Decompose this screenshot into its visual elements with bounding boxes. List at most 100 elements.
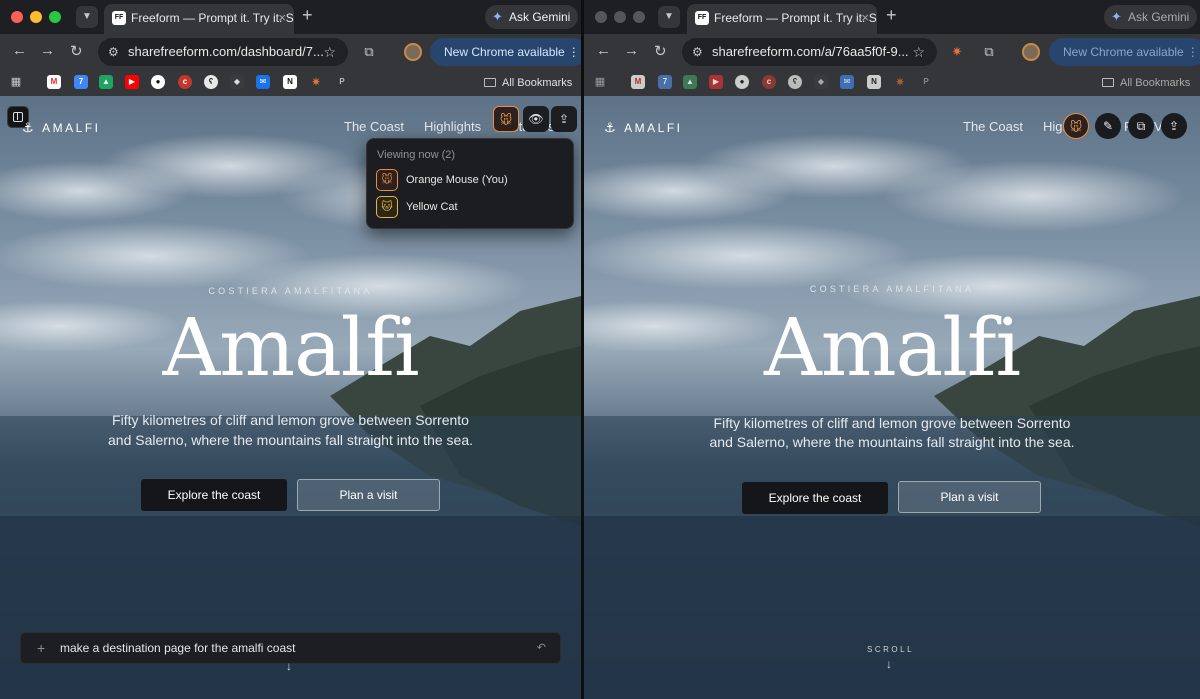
reload-icon[interactable]: ↻ xyxy=(654,42,667,60)
gemini-spark-icon: ✦ xyxy=(1111,9,1122,24)
mouse-icon: 🐭 xyxy=(376,169,398,191)
github-icon[interactable]: ● xyxy=(735,75,749,89)
minimize-window-button[interactable] xyxy=(30,11,42,23)
viewers-button[interactable]: 🐭 xyxy=(493,106,519,132)
youtube-icon[interactable]: ▶ xyxy=(709,75,723,89)
chrome-update-label: New Chrome available xyxy=(444,45,565,59)
maximize-window-button[interactable] xyxy=(49,11,61,23)
site-info-icon[interactable]: ⚙ xyxy=(692,38,703,66)
mail-icon[interactable]: ✉ xyxy=(840,75,854,89)
hero-subtitle-line-2: and Salerno, where the mountains fall st… xyxy=(709,434,1075,450)
plan-a-visit-button[interactable]: Plan a visit xyxy=(297,479,440,511)
prompt-input[interactable]: make a destination page for the amalfi c… xyxy=(60,633,295,663)
youtube-icon[interactable]: ▶ xyxy=(125,75,139,89)
bookmarks-bar: ▦ M 7 ▲ ▶ ● c ʕ ◆ ✉ N ✷ P All Bookmarks xyxy=(584,70,1200,96)
mail-icon[interactable]: ✉ xyxy=(256,75,270,89)
back-arrow-icon[interactable]: ← xyxy=(596,42,611,59)
new-tab-button[interactable]: + xyxy=(886,5,897,26)
explore-the-coast-button[interactable]: Explore the coast xyxy=(141,479,287,511)
reload-icon[interactable]: ↻ xyxy=(70,42,83,60)
notion-icon[interactable]: N xyxy=(283,75,297,89)
plan-a-visit-button[interactable]: Plan a visit xyxy=(898,481,1041,513)
viewer-avatar-button[interactable]: 🐭 xyxy=(1063,113,1089,139)
eye-icon: 👁 xyxy=(528,112,544,126)
ask-gemini-button[interactable]: ✦ Ask Gemini xyxy=(1104,5,1198,29)
maximize-window-button[interactable] xyxy=(633,11,645,23)
copy-icon: ⧉ xyxy=(1136,119,1146,133)
edit-button[interactable]: ✎ xyxy=(1095,113,1121,139)
preview-button[interactable]: 👁 xyxy=(523,106,549,132)
new-tab-button[interactable]: + xyxy=(302,5,313,26)
tab-search-button[interactable]: ▼ xyxy=(658,6,680,28)
forward-arrow-icon[interactable]: → xyxy=(624,42,639,59)
chrome-update-label: New Chrome available xyxy=(1063,45,1184,59)
close-window-button[interactable] xyxy=(595,11,607,23)
new-chrome-available-button[interactable]: New Chrome available ⋮ xyxy=(1049,38,1200,66)
site-brand[interactable]: ⚓ AMALFI xyxy=(22,120,101,136)
new-chrome-available-button[interactable]: New Chrome available ⋮ xyxy=(430,38,581,66)
profile-avatar[interactable] xyxy=(404,43,422,61)
ask-gemini-button[interactable]: ✦ Ask Gemini xyxy=(485,5,579,29)
explore-the-coast-button[interactable]: Explore the coast xyxy=(742,482,888,514)
forward-arrow-icon[interactable]: → xyxy=(40,42,55,59)
calendar-icon[interactable]: 7 xyxy=(658,75,672,89)
viewer-row[interactable]: 🐭 Orange Mouse (You) xyxy=(376,168,566,192)
profile-avatar[interactable] xyxy=(1022,43,1040,61)
share-button[interactable]: ⇪ xyxy=(1161,113,1187,139)
viewer-row[interactable]: 🐱 Yellow Cat xyxy=(376,195,566,219)
github-icon[interactable]: ● xyxy=(151,75,165,89)
bookmark-icon[interactable]: c xyxy=(762,75,776,89)
back-arrow-icon[interactable]: ← xyxy=(12,42,27,59)
more-menu-icon[interactable]: ⋮ xyxy=(568,38,580,66)
bookmark-icon[interactable]: ✷ xyxy=(309,75,323,89)
bookmark-star-icon[interactable]: ☆ xyxy=(323,38,336,66)
close-window-button[interactable] xyxy=(11,11,23,23)
apps-icon[interactable]: ▦ xyxy=(593,75,607,89)
copy-button[interactable]: ⧉ xyxy=(1128,113,1154,139)
extensions-icon[interactable]: ⧉ xyxy=(360,43,378,61)
bookmark-icon[interactable]: ◆ xyxy=(814,75,828,89)
nav-link-the-coast[interactable]: The Coast xyxy=(963,119,1023,134)
close-tab-icon[interactable]: × xyxy=(861,4,869,32)
gmail-icon[interactable]: M xyxy=(47,75,61,89)
scroll-down-arrow-icon: ↓ xyxy=(286,659,292,673)
address-bar[interactable]: ⚙ sharefreeform.com/a/76aa5f0f-9... ☆ xyxy=(682,38,937,66)
bookmark-icon[interactable]: ✷ xyxy=(893,75,907,89)
add-attachment-icon[interactable]: + xyxy=(37,633,45,663)
undo-icon[interactable]: ↶ xyxy=(537,633,546,663)
drive-icon[interactable]: ▲ xyxy=(99,75,113,89)
gmail-icon[interactable]: M xyxy=(631,75,645,89)
bookmark-icon[interactable]: P xyxy=(335,75,349,89)
bookmark-icon[interactable]: ◆ xyxy=(230,75,244,89)
minimize-window-button[interactable] xyxy=(614,11,626,23)
site-info-icon[interactable]: ⚙ xyxy=(108,38,119,66)
bookmark-icon[interactable]: c xyxy=(178,75,192,89)
browser-tab[interactable]: FF Freeform — Prompt it. Try it. S × xyxy=(104,4,294,34)
nav-link-the-coast[interactable]: The Coast xyxy=(344,119,404,134)
bookmark-icon[interactable]: P xyxy=(919,75,933,89)
notion-icon[interactable]: N xyxy=(867,75,881,89)
all-bookmarks-button[interactable]: All Bookmarks xyxy=(484,70,572,96)
calendar-icon[interactable]: 7 xyxy=(74,75,88,89)
browser-tab[interactable]: FF Freeform — Prompt it. Try it. S × xyxy=(687,4,877,34)
nav-link-highlights[interactable]: Highlights xyxy=(424,119,481,134)
more-menu-icon[interactable]: ⋮ xyxy=(1187,38,1199,66)
ask-gemini-label: Ask Gemini xyxy=(509,10,571,24)
share-button[interactable]: ⇪ xyxy=(551,106,577,132)
close-tab-icon[interactable]: × xyxy=(278,4,286,32)
extensions-icon[interactable]: ⧉ xyxy=(980,43,998,61)
apps-icon[interactable]: ▦ xyxy=(9,75,23,89)
address-bar[interactable]: ⚙ sharefreeform.com/dashboard/7... ☆ xyxy=(98,38,348,66)
mouse-icon: 🐭 xyxy=(499,113,513,127)
scroll-down-arrow-icon[interactable]: ↓ xyxy=(886,657,892,671)
folder-icon xyxy=(1102,78,1114,87)
bookmark-star-icon[interactable]: ☆ xyxy=(912,38,925,66)
bookmark-icon[interactable]: ʕ xyxy=(788,75,802,89)
site-brand[interactable]: ⚓ AMALFI xyxy=(604,120,683,136)
bookmark-icon[interactable]: ʕ xyxy=(204,75,218,89)
tab-search-button[interactable]: ▼ xyxy=(76,6,98,28)
drive-icon[interactable]: ▲ xyxy=(683,75,697,89)
all-bookmarks-button[interactable]: All Bookmarks xyxy=(1102,70,1190,96)
bookmarks-bar: ▦ M 7 ▲ ▶ ● c ʕ ◆ ✉ N ✷ P All Bookmarks xyxy=(0,70,581,96)
extension-icon[interactable]: ✷ xyxy=(948,43,966,61)
